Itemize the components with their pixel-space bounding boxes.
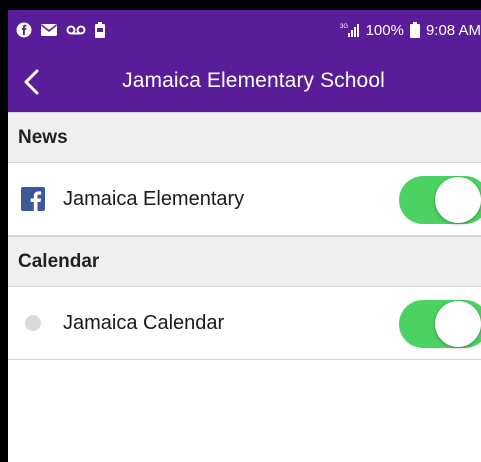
toggle-switch[interactable] (399, 176, 481, 224)
chevron-left-icon (24, 69, 39, 95)
section-header-calendar: Calendar (8, 236, 481, 287)
list-item-label: Jamaica Calendar (63, 311, 225, 334)
status-bar-system: 3G 100% 9:08 AM (340, 22, 481, 39)
toggle-knob (435, 301, 481, 347)
battery-icon (409, 22, 420, 38)
mail-icon (40, 23, 58, 37)
status-bar-notifications (16, 22, 106, 38)
list-item-jamaica-elementary: Jamaica Elementary (8, 163, 481, 236)
facebook-notification-icon (16, 22, 32, 38)
toggle-switch[interactable] (399, 300, 481, 348)
status-bar: 3G 100% 9:08 AM (8, 10, 481, 50)
clock: 9:08 AM (425, 21, 481, 39)
section-header-news: News (8, 112, 481, 163)
app-header: Jamaica Elementary School (8, 50, 481, 112)
signal-icon: 3G (340, 22, 360, 38)
app-screen: 3G 100% 9:08 AM Jamaica Elementary Schoo… (8, 10, 481, 462)
facebook-icon (21, 187, 45, 211)
battery-percent: 100% (365, 21, 404, 39)
back-button[interactable] (20, 68, 44, 96)
voicemail-icon (66, 25, 86, 35)
toggle-knob (435, 177, 481, 223)
battery-full-notification-icon (94, 22, 106, 38)
svg-text:3G: 3G (340, 24, 348, 30)
calendar-dot-icon (21, 311, 45, 335)
list-item-label: Jamaica Elementary (63, 187, 245, 210)
page-title: Jamaica Elementary School (122, 69, 385, 92)
list-item-jamaica-calendar: Jamaica Calendar (8, 287, 481, 360)
